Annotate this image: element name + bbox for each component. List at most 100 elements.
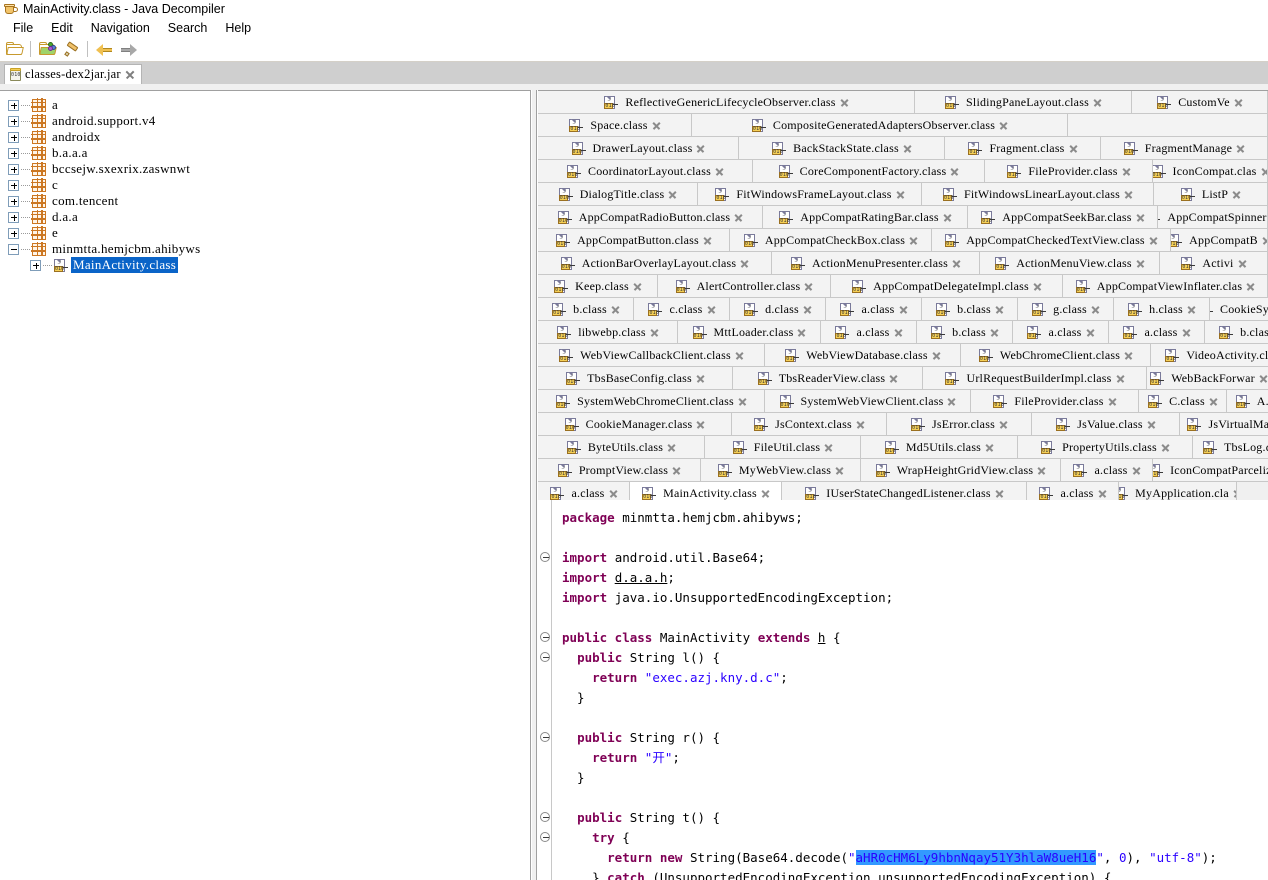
close-icon[interactable]	[952, 259, 960, 267]
expand-icon[interactable]	[8, 163, 19, 175]
editor-tab[interactable]: 010 WebViewDatabase.class	[765, 344, 961, 367]
close-icon[interactable]	[740, 259, 748, 267]
editor-tab[interactable]: 010 ActionBarOverlayLayout.class	[538, 252, 772, 275]
editor-tab[interactable]: 010 BackStackState.class	[739, 137, 945, 160]
editor-tab[interactable]: 010 Space.class	[538, 114, 692, 137]
close-icon[interactable]	[894, 328, 902, 336]
editor-tab[interactable]: 010 TbsReaderView.class	[733, 367, 923, 390]
close-icon[interactable]	[609, 489, 617, 497]
editor-tab[interactable]: 010 AppCompatViewInflater.clas	[1063, 275, 1268, 298]
close-icon[interactable]	[1091, 305, 1099, 313]
close-icon[interactable]	[1124, 351, 1132, 359]
editor-tab[interactable]: 010 AppCompatRatingBar.class	[763, 206, 968, 229]
editor-tab[interactable]: 010 JsError.class	[887, 413, 1032, 436]
editor-tab[interactable]: 010 a.class	[826, 298, 922, 321]
editor-tab[interactable]: 010 Keep.class	[538, 275, 658, 298]
close-icon[interactable]	[1234, 98, 1242, 106]
editor-tab[interactable]: 010 TbsLog.class	[1193, 436, 1268, 459]
close-icon[interactable]	[715, 167, 723, 175]
editor-tab[interactable]: 010 CoordinatorLayout.class	[538, 160, 753, 183]
fold-toggle-icon[interactable]	[540, 732, 550, 742]
editor-tab[interactable]: 010 c.class	[634, 298, 730, 321]
open-type-button[interactable]	[36, 39, 58, 60]
editor-tab[interactable]: 010 FragmentManage	[1101, 137, 1268, 160]
close-icon[interactable]	[932, 351, 940, 359]
close-icon[interactable]	[1232, 190, 1240, 198]
close-icon[interactable]	[1033, 282, 1041, 290]
expand-icon[interactable]	[8, 99, 19, 111]
fold-toggle-icon[interactable]	[540, 812, 550, 822]
editor-tab[interactable]	[1068, 114, 1268, 137]
editor-tab[interactable]: 010 a.class	[1013, 321, 1109, 344]
tree-item-androidx[interactable]: androidx	[8, 129, 530, 145]
close-icon[interactable]	[903, 144, 911, 152]
editor-tab[interactable]: 010 WebChromeClient.class	[961, 344, 1151, 367]
editor-tab[interactable]: 010 PromptView.class	[538, 459, 701, 482]
close-icon[interactable]	[1187, 305, 1195, 313]
editor-tab[interactable]: 010 FileProvider.class	[971, 390, 1139, 413]
editor-tab[interactable]: 010 ByteUtils.class	[538, 436, 705, 459]
close-icon[interactable]	[1147, 420, 1155, 428]
expand-icon[interactable]	[8, 115, 19, 127]
editor-tab[interactable]: 010 JsContext.class	[732, 413, 887, 436]
editor-tab[interactable]: 010 AppCompatRadioButton.class	[538, 206, 763, 229]
tree-item-bccsejw-sxexrix-zaswnwt[interactable]: bccsejw.sxexrix.zaswnwt	[8, 161, 530, 177]
close-icon[interactable]	[803, 305, 811, 313]
close-icon[interactable]	[672, 466, 680, 474]
expand-icon[interactable]	[8, 131, 19, 143]
editor-tab[interactable]: 010 CookieSy	[1210, 298, 1268, 321]
close-icon[interactable]	[1233, 489, 1236, 497]
close-icon[interactable]	[650, 328, 658, 336]
close-icon[interactable]	[696, 374, 704, 382]
close-icon[interactable]	[735, 351, 743, 359]
editor-tab[interactable]: 010 ActionMenuView.class	[980, 252, 1160, 275]
close-icon[interactable]	[1136, 213, 1144, 221]
tree-item-android-support-v4[interactable]: android.support.v4	[8, 113, 530, 129]
editor-tab[interactable]: 010 a.class	[1109, 321, 1205, 344]
expand-icon[interactable]	[8, 147, 19, 159]
editor-tab[interactable]: 010 FitWindowsFrameLayout.class	[698, 183, 922, 206]
editor-tab[interactable]: 010 WebBackForwar	[1147, 367, 1268, 390]
editor-tab[interactable]: 010 AppCompatDelegateImpl.class	[831, 275, 1063, 298]
editor-tab[interactable]: 010 b.class	[538, 298, 634, 321]
editor-tab[interactable]: 010 MyWebView.class	[701, 459, 861, 482]
expand-icon[interactable]	[8, 227, 19, 239]
close-icon[interactable]	[1122, 167, 1130, 175]
editor-tab[interactable]: 010 AppCompatCheckBox.class	[730, 229, 932, 252]
close-icon[interactable]	[1149, 236, 1157, 244]
editor-tab[interactable]: 010 g.class	[1018, 298, 1114, 321]
editor-tab[interactable]: 010 ListP	[1154, 183, 1268, 206]
editor-tab[interactable]: 010 IconCompatParcelizer.	[1153, 459, 1268, 482]
menu-file[interactable]: File	[5, 20, 41, 36]
close-icon[interactable]	[804, 282, 812, 290]
editor-tab[interactable]: 010 AppCompatB	[1171, 229, 1268, 252]
close-icon[interactable]	[950, 167, 958, 175]
editor-tab[interactable]: 010AppCompatSpinner	[1158, 206, 1268, 229]
close-icon[interactable]	[1086, 328, 1094, 336]
close-icon[interactable]	[1116, 374, 1124, 382]
source-code[interactable]: package minmtta.hemjcbm.ahibyws; import …	[552, 500, 1268, 880]
close-icon[interactable]	[824, 443, 832, 451]
close-icon[interactable]	[1108, 397, 1116, 405]
close-icon[interactable]	[125, 70, 134, 79]
editor-tab[interactable]: 010 AppCompatButton.class	[538, 229, 730, 252]
editor-tab[interactable]: 010 FitWindowsLinearLayout.class	[922, 183, 1154, 206]
close-icon[interactable]	[947, 397, 955, 405]
fold-toggle-icon[interactable]	[540, 632, 550, 642]
fold-toggle-icon[interactable]	[540, 652, 550, 662]
close-icon[interactable]	[1246, 282, 1254, 290]
editor-tab[interactable]: 010 UrlRequestBuilderImpl.class	[923, 367, 1147, 390]
close-icon[interactable]	[1262, 236, 1267, 244]
close-icon[interactable]	[1161, 443, 1169, 451]
close-icon[interactable]	[1238, 259, 1246, 267]
close-icon[interactable]	[840, 98, 848, 106]
menu-edit[interactable]: Edit	[43, 20, 81, 36]
pane-splitter[interactable]	[531, 90, 537, 880]
close-icon[interactable]	[707, 305, 715, 313]
editor-tab[interactable]: 010 WrapHeightGridView.class	[861, 459, 1061, 482]
menu-help[interactable]: Help	[217, 20, 259, 36]
close-icon[interactable]	[1124, 190, 1132, 198]
editor-tab[interactable]: 010 SystemWebViewClient.class	[765, 390, 971, 413]
tree-item-e[interactable]: e	[8, 225, 530, 241]
close-icon[interactable]	[1098, 489, 1106, 497]
